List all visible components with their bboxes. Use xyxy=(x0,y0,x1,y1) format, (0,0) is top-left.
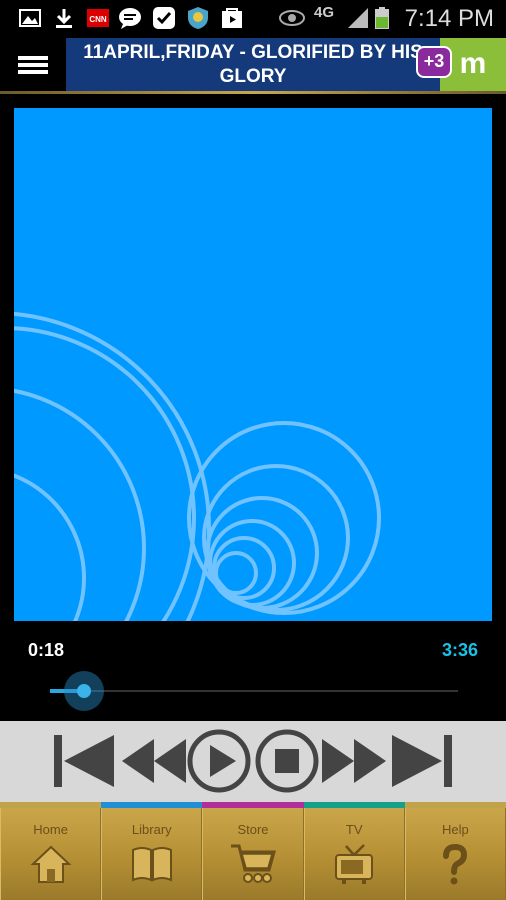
cnn-icon: CNN xyxy=(87,9,109,27)
book-icon xyxy=(131,847,172,882)
question-icon xyxy=(443,843,468,885)
menu-button[interactable] xyxy=(0,36,66,94)
cart-icon xyxy=(231,844,276,883)
nav-help[interactable]: Help xyxy=(404,808,506,900)
nav-store[interactable]: Store xyxy=(202,808,304,900)
tv-icon xyxy=(335,844,374,884)
nav-label: Library xyxy=(131,822,172,837)
skip-next-icon[interactable] xyxy=(390,729,454,793)
image-icon xyxy=(19,9,41,27)
fast-forward-icon[interactable] xyxy=(322,729,388,793)
seek-bar[interactable] xyxy=(50,690,458,692)
signal-icon xyxy=(348,8,368,28)
nav-library[interactable]: Library xyxy=(101,808,203,900)
swirl-decoration xyxy=(14,311,381,621)
bottom-navigation: Home Library Store TV Help xyxy=(0,808,506,900)
battery-icon xyxy=(375,7,389,29)
rewind-icon[interactable] xyxy=(120,729,186,793)
nav-label: Home xyxy=(33,822,68,837)
play-icon[interactable] xyxy=(186,729,252,793)
nav-label: Help xyxy=(442,822,469,837)
seek-thumb[interactable] xyxy=(63,671,104,711)
stop-icon[interactable] xyxy=(254,729,320,793)
nav-home[interactable]: Home xyxy=(0,808,102,900)
total-duration: 3:36 xyxy=(441,640,478,660)
chat-icon xyxy=(119,8,141,29)
album-artwork xyxy=(14,108,492,621)
status-time: 7:14 PM xyxy=(404,5,494,32)
network-type: 4G xyxy=(314,4,335,21)
hamburger-icon xyxy=(18,53,48,77)
nav-label: TV xyxy=(345,822,363,837)
nav-label: Store xyxy=(237,822,269,837)
transport-controls xyxy=(0,721,506,802)
eye-icon xyxy=(279,10,305,26)
check-icon xyxy=(153,7,175,29)
nav-tv[interactable]: TV xyxy=(303,808,405,900)
notification-badge[interactable]: +3 xyxy=(416,46,452,78)
play-store-icon xyxy=(222,8,242,28)
app-header: 11APRIL,FRIDAY - GLORIFIED BY HIS GLORY … xyxy=(0,36,506,94)
page-title: 11APRIL,FRIDAY - GLORIFIED BY HIS GLORY xyxy=(66,38,440,92)
svg-text:CNN: CNN xyxy=(89,15,107,24)
header-divider xyxy=(0,91,506,94)
home-icon xyxy=(30,845,72,883)
status-bar: CNN 4G 7:14 PM xyxy=(0,0,506,36)
skip-previous-icon[interactable] xyxy=(52,729,116,793)
download-icon xyxy=(56,9,72,28)
elapsed-time: 0:18 xyxy=(28,640,65,660)
shield-icon xyxy=(188,7,208,29)
